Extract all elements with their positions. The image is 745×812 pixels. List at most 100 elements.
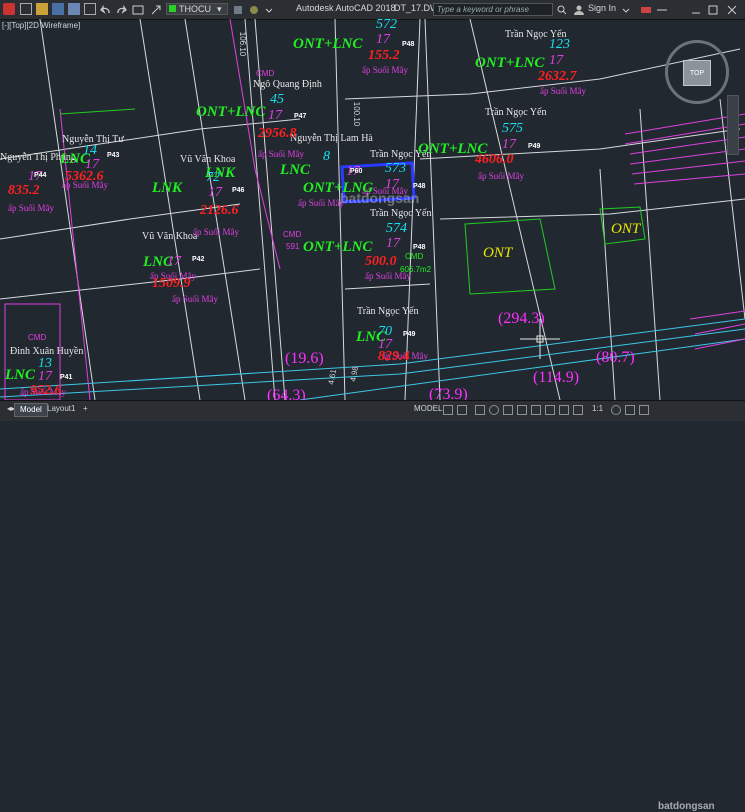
plot-number: 575: [502, 121, 523, 136]
owner-name: Nguyễn Thị Lam Hà: [290, 133, 373, 144]
place-name: ấp Suối Mây: [8, 203, 54, 213]
cmd-label: CMD: [283, 230, 302, 239]
place-name: ấp Suối Mây: [258, 149, 304, 159]
annotation-monitor-icon[interactable]: [625, 405, 635, 415]
ont-label: ONT: [483, 245, 513, 261]
annotation-visibility-icon[interactable]: [573, 405, 583, 415]
parcel-code: P48: [413, 244, 426, 251]
plot-number: 123: [549, 37, 570, 52]
area-value: 835.2: [8, 183, 40, 198]
workspace-dropdown[interactable]: THOCU ▾: [166, 3, 228, 15]
sign-in-link[interactable]: Sign In: [588, 3, 616, 13]
parcel-code: P49: [528, 143, 541, 150]
owner-name: Vũ Văn Khoa: [180, 154, 236, 165]
snap-icon[interactable]: [457, 405, 467, 415]
share-icon[interactable]: [150, 3, 162, 15]
chevron-down-icon: ▾: [217, 4, 222, 14]
customization-icon[interactable]: [639, 405, 649, 415]
exchange-apps-icon[interactable]: [640, 3, 652, 15]
land-use-code: LNC: [280, 162, 310, 178]
parcel-code: P42: [192, 256, 205, 263]
search-input[interactable]: Type a keyword or phrase: [433, 3, 553, 16]
cmd-label: CMD: [256, 69, 275, 78]
cmd-label: CMD: [28, 333, 47, 342]
grid-icon[interactable]: [443, 405, 453, 415]
navigation-bar[interactable]: [727, 95, 739, 155]
area-value: 1509.9: [152, 276, 191, 291]
area-value: 952.6: [30, 383, 62, 398]
app-menu-icon[interactable]: [3, 3, 15, 15]
workspace-switch-icon[interactable]: [611, 405, 621, 415]
dimension-label: 100.10: [352, 101, 362, 127]
land-use-code: ONT+LNC: [196, 104, 266, 120]
properties-icon[interactable]: [232, 3, 244, 15]
search-placeholder: Type a keyword or phrase: [437, 5, 529, 14]
user-icon[interactable]: [573, 3, 585, 15]
parcel-code: P46: [232, 187, 245, 194]
new-file-icon[interactable]: [20, 3, 32, 15]
osnap-icon[interactable]: [503, 405, 513, 415]
plot-number: 8: [323, 149, 330, 164]
minimize-icon[interactable]: [690, 3, 702, 15]
place-name: ấp Suối Mây: [540, 86, 586, 96]
sheet-number: 17: [376, 32, 390, 47]
sign-in-dropdown-icon[interactable]: [620, 3, 632, 15]
search-icon[interactable]: [556, 3, 568, 15]
viewcube-face-label: TOP: [689, 70, 705, 77]
sheet-number: 17: [167, 254, 181, 269]
plot-number: 572: [376, 17, 397, 32]
annotation-scale[interactable]: 1:1: [592, 404, 603, 413]
quick-access-dropdown-icon[interactable]: [263, 3, 275, 15]
land-use-code: ONT+LNC: [303, 239, 373, 255]
transparency-icon[interactable]: [545, 405, 555, 415]
cmd-label: CMD: [405, 252, 424, 261]
layer-icon[interactable]: [132, 3, 144, 15]
save-as-icon[interactable]: [68, 3, 80, 15]
place-name: ấp Suối Mây: [478, 171, 524, 181]
polar-icon[interactable]: [489, 405, 499, 415]
area-value: 5362.6: [65, 169, 104, 184]
viewcube[interactable]: TOP: [683, 60, 711, 86]
open-folder-icon[interactable]: [36, 3, 48, 15]
help-icon[interactable]: [656, 3, 668, 15]
otrack-icon[interactable]: [517, 405, 527, 415]
watermark-corner: batdongsan: [658, 801, 715, 812]
add-layout-button[interactable]: +: [78, 403, 93, 417]
owner-name: Trần Ngọc Yến: [485, 107, 547, 118]
owner-name: Trần Ngọc Yến: [357, 306, 419, 317]
area-value: 2956.8: [258, 126, 297, 141]
app-title: Autodesk AutoCAD 2018: [296, 3, 396, 13]
sheet-number: 17: [268, 108, 282, 123]
land-use-code: LNK: [152, 180, 182, 196]
tab-layout1[interactable]: Layout1: [42, 403, 80, 417]
parcel-code: P60: [350, 168, 363, 175]
area-value: 2126.6: [200, 203, 239, 218]
road-area-label: (114.9): [533, 369, 580, 386]
lineweight-icon[interactable]: [531, 405, 541, 415]
land-use-code: ONT+LNC: [293, 36, 363, 52]
maximize-icon[interactable]: [707, 3, 719, 15]
plot-number: 573: [385, 161, 406, 176]
save-icon[interactable]: [52, 3, 64, 15]
parcel-code: P41: [60, 374, 73, 381]
place-name: ấp Suối Mây: [298, 198, 344, 208]
model-space-button[interactable]: MODEL: [414, 404, 442, 413]
plot-number: 72: [206, 170, 220, 185]
cmd-label: 591: [286, 242, 300, 251]
match-properties-icon[interactable]: [248, 3, 260, 15]
plot-number: 574: [386, 221, 407, 236]
parcel-code: P48: [402, 41, 415, 48]
close-icon[interactable]: [726, 3, 738, 15]
watermark: batdongsan: [340, 190, 420, 206]
workspace-name: THOCU: [179, 4, 211, 14]
redo-icon[interactable]: [115, 3, 127, 15]
parcel-code: P44: [34, 172, 47, 179]
sheet-number: 17: [386, 236, 400, 251]
plot-icon[interactable]: [84, 3, 96, 15]
viewport-controls-label[interactable]: [-][Top][2D Wireframe]: [2, 21, 80, 30]
undo-icon[interactable]: [100, 3, 112, 15]
area-value: 829.4: [378, 349, 410, 364]
selection-cycling-icon[interactable]: [559, 405, 569, 415]
place-name: ấp Suối Mây: [362, 65, 408, 75]
ortho-icon[interactable]: [475, 405, 485, 415]
